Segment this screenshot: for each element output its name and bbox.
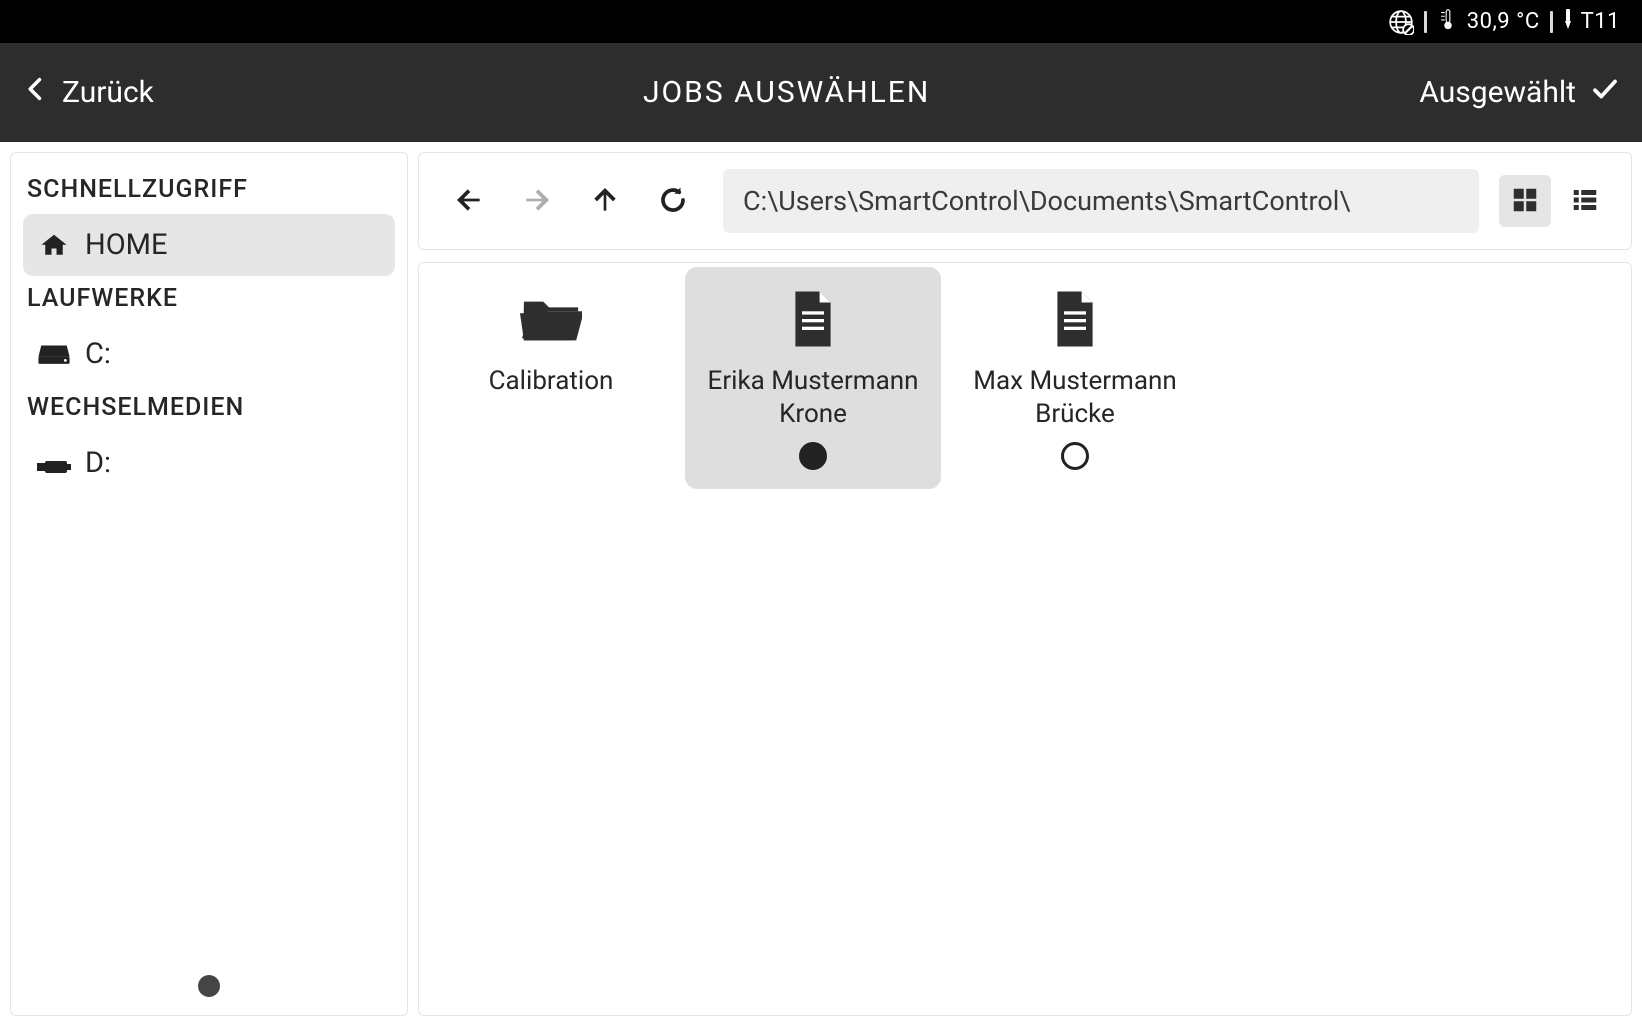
page-title: JOBS AUSWÄHLEN	[154, 75, 1419, 110]
selection-indicator[interactable]	[799, 442, 827, 470]
file-tile[interactable]: Erika Mustermann Krone	[685, 267, 941, 489]
tool-icon	[1563, 7, 1573, 37]
selection-indicator[interactable]	[1061, 442, 1089, 470]
sidebar: SCHNELLZUGRIFF HOME LAUFWERKE C: WECHSEL…	[10, 152, 408, 1016]
home-icon	[37, 231, 71, 259]
nav-up-button[interactable]	[575, 171, 635, 231]
pager-dot[interactable]	[198, 975, 220, 997]
status-divider	[1424, 11, 1427, 33]
sidebar-item-label: HOME	[85, 228, 167, 262]
usb-icon	[37, 449, 71, 477]
hdd-icon	[37, 340, 71, 368]
chevron-left-icon	[22, 75, 50, 111]
view-grid-button[interactable]	[1499, 175, 1551, 227]
nav-forward-button	[507, 171, 567, 231]
check-icon	[1590, 74, 1620, 112]
tile-label: Erika Mustermann Krone	[699, 365, 927, 430]
view-list-button[interactable]	[1559, 175, 1611, 227]
folder-icon	[520, 287, 582, 351]
nav-back-button[interactable]	[439, 171, 499, 231]
status-bar: 30,9 °C T11	[0, 0, 1642, 43]
tile-label: Max Mustermann Brücke	[961, 365, 1189, 430]
status-temperature: 30,9 °C	[1467, 9, 1540, 34]
refresh-icon	[658, 185, 688, 218]
toolbar: C:\Users\SmartControl\Documents\SmartCon…	[418, 152, 1632, 250]
arrow-right-icon	[521, 184, 553, 219]
header-bar: Zurück JOBS AUSWÄHLEN Ausgewählt	[0, 43, 1642, 142]
arrow-up-icon	[589, 184, 621, 219]
folder-tile[interactable]: Calibration	[423, 267, 679, 489]
tile-label: Calibration	[489, 365, 614, 398]
arrow-left-icon	[453, 184, 485, 219]
file-icon	[1053, 287, 1097, 351]
back-button[interactable]: Zurück	[22, 75, 154, 111]
sidebar-item-home[interactable]: HOME	[23, 214, 395, 276]
thermometer-icon	[1437, 5, 1459, 39]
sidebar-section-quick: SCHNELLZUGRIFF	[23, 167, 395, 214]
sidebar-item-drive-c[interactable]: C:	[23, 323, 395, 385]
sidebar-section-removable: WECHSELMEDIEN	[23, 385, 395, 432]
network-offline-icon	[1388, 9, 1414, 35]
status-tool: T11	[1581, 9, 1620, 34]
sidebar-item-drive-d[interactable]: D:	[23, 432, 395, 494]
sidebar-item-label: C:	[85, 337, 111, 371]
sidebar-item-label: D:	[85, 446, 111, 480]
file-browser: Calibration Erika Mustermann Krone Max Mus…	[418, 262, 1632, 1016]
back-label: Zurück	[62, 75, 154, 110]
sidebar-pager	[11, 975, 407, 997]
selected-button[interactable]: Ausgewählt	[1419, 74, 1620, 112]
sidebar-section-drives: LAUFWERKE	[23, 276, 395, 323]
grid-icon	[1510, 185, 1540, 218]
status-divider	[1550, 11, 1553, 33]
nav-refresh-button[interactable]	[643, 171, 703, 231]
path-field[interactable]: C:\Users\SmartControl\Documents\SmartCon…	[723, 169, 1479, 233]
list-icon	[1570, 185, 1600, 218]
file-tile[interactable]: Max Mustermann Brücke	[947, 267, 1203, 489]
file-icon	[791, 287, 835, 351]
selected-label: Ausgewählt	[1419, 75, 1576, 110]
